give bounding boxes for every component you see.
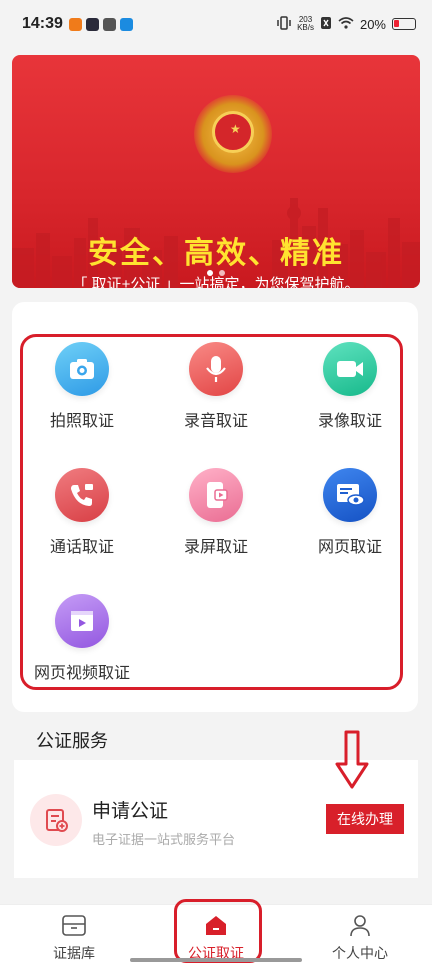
active-tab-highlight [174,899,262,963]
microphone-icon [189,342,243,396]
app-notification-icon [85,17,99,31]
app-notification-icon [102,17,116,31]
status-bar: 14:39 203 KB/s 20% [0,0,432,48]
screen-record-icon [189,468,243,522]
battery-text: 20% [359,16,386,32]
web-video-icon [55,594,109,648]
banner-pagination[interactable] [12,270,420,276]
feature-label: 录像取证 [317,413,382,430]
feature-label: 网页视频取证 [33,665,130,682]
feature-photo-evidence[interactable]: 拍照取证 [22,342,142,442]
tab-evidence-library[interactable]: 证据库 [14,911,134,963]
video-icon [323,342,377,396]
banner-title: 安全、高效、精准 [88,236,344,271]
feature-label: 网页取证 [317,539,382,556]
tab-personal-center[interactable]: 个人中心 [300,911,420,963]
feature-audio-evidence[interactable]: 录音取证 [156,342,276,442]
feature-label: 拍照取证 [49,413,114,430]
banner-dot[interactable] [219,270,225,276]
feature-label: 录音取证 [183,413,248,430]
archive-icon [14,911,134,939]
tab-label: 证据库 [53,945,95,961]
phone-icon [55,468,109,522]
feature-web-video-evidence[interactable]: 网页视频取证 [22,594,142,694]
alipay-icon [119,17,133,31]
vibrate-icon [277,15,291,33]
notary-document-icon [30,794,82,846]
feature-screen-record-evidence[interactable]: 录屏取证 [156,468,276,568]
feature-webpage-evidence[interactable]: 网页取证 [290,468,410,568]
camera-icon [55,342,109,396]
user-icon [300,911,420,939]
service-description: 电子证据一站式服务平台 [92,832,236,847]
banner-dot[interactable] [207,270,213,276]
feature-label: 录屏取证 [183,539,248,556]
feature-label: 通话取证 [49,539,114,556]
hero-banner[interactable]: ★ 安全、高效、精准 「 取证+公证 」一站搞定，为您保驾护航。 [12,55,420,288]
national-emblem-icon: ★ [194,95,272,173]
wifi-icon [338,16,354,32]
notary-service-section-title: 公证服务 [36,731,108,751]
service-name: 申请公证 [92,801,169,822]
feature-call-evidence[interactable]: 通话取证 [22,468,142,568]
app-notification-icon [68,17,82,31]
home-indicator[interactable] [130,958,302,962]
tab-label: 个人中心 [332,945,388,961]
network-speed: 203 KB/s [297,15,314,32]
status-time: 14:39 [22,15,63,32]
battery-icon [392,18,416,30]
webpage-icon [323,468,377,522]
apply-online-button[interactable]: 在线办理 [326,804,404,834]
arrow-down-icon [335,730,369,789]
feature-video-evidence[interactable]: 录像取证 [290,342,410,442]
evidence-feature-card: 拍照取证 录音取证 录像取证 通话取证 录屏取证 网页取证 网页视频取证 [12,302,418,712]
sim-icon [320,16,332,33]
